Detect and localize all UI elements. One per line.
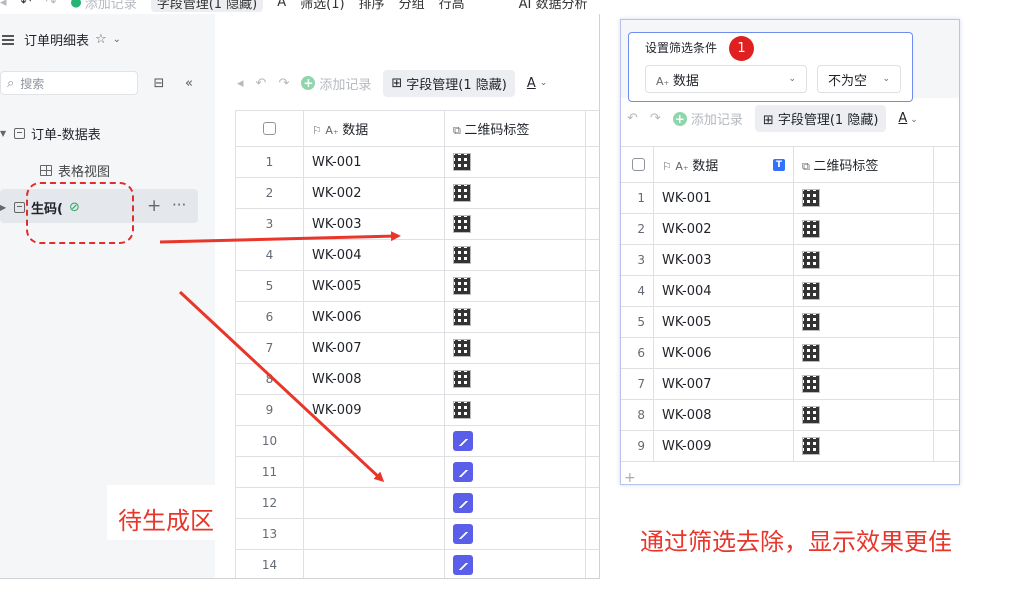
arrow-to-table — [159, 231, 401, 244]
annotation-arrows — [159, 231, 401, 483]
arrow-to-pending — [178, 290, 385, 483]
